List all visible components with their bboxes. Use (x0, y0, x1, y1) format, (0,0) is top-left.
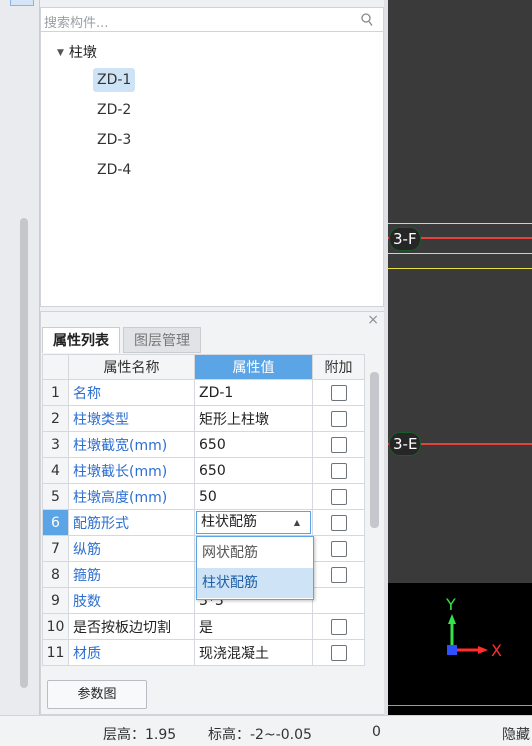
header-index (42, 354, 69, 380)
table-row[interactable]: 10 是否按板边切割 是 (42, 613, 365, 640)
tree-root[interactable]: ▼ 柱墩 (57, 42, 97, 62)
dropdown-option-mesh[interactable]: 网状配筋 (197, 538, 313, 568)
status-floor-height: 层高：1.95 (103, 727, 177, 743)
extra-checkbox[interactable] (330, 462, 347, 479)
property-name: 材质 (68, 639, 195, 666)
status-bar: 层高：1.95 标高：-2~-0.05 0 隐藏 (0, 715, 532, 746)
row-number: 3 (42, 431, 69, 458)
table-header-row: 属性名称 属性值 附加 (42, 354, 365, 380)
extra-checkbox[interactable] (330, 384, 347, 401)
tree-item-zd4[interactable]: ZD-4 (93, 158, 135, 182)
extra-checkbox[interactable] (330, 488, 347, 505)
expand-triangle-icon[interactable]: ▼ (57, 48, 64, 58)
table-row[interactable]: 3 柱墩截宽(mm) 650 (42, 431, 365, 458)
table-row[interactable]: 4 柱墩截长(mm) 650 (42, 457, 365, 484)
property-name: 柱墩高度(mm) (68, 483, 195, 510)
status-elevation: 标高：-2~-0.05 (208, 727, 312, 743)
row-number: 2 (42, 405, 69, 432)
search-input[interactable]: 搜索构件... (44, 12, 108, 31)
extra-checkbox[interactable] (330, 540, 347, 557)
rebar-form-dropdown-list: 网状配筋 柱状配筋 (196, 536, 314, 600)
property-value[interactable]: 50 (194, 483, 313, 510)
property-value[interactable]: 是 (194, 613, 313, 640)
property-name: 纵筋 (68, 535, 195, 562)
extra-checkbox[interactable] (330, 410, 347, 427)
property-value[interactable]: 矩形上柱墩 (194, 405, 313, 432)
extra-checkbox[interactable] (330, 644, 347, 661)
property-value[interactable]: ZD-1 (194, 379, 313, 406)
header-extra: 附加 (312, 354, 365, 380)
properties-scrollbar[interactable] (370, 372, 379, 528)
ucs-axis-icon: Y X (445, 596, 502, 660)
left-scrollbar[interactable] (20, 218, 28, 688)
property-value[interactable]: 现浇混凝土 (194, 639, 313, 666)
row-number: 5 (42, 483, 69, 510)
ucs-x-label: X (491, 641, 502, 660)
property-name: 配筋形式 (68, 509, 195, 536)
row-number: 8 (42, 561, 69, 588)
tree-item-zd3[interactable]: ZD-3 (93, 128, 135, 152)
component-tree: ▼ 柱墩 ZD-1 ZD-2 ZD-3 ZD-4 (40, 32, 384, 307)
extra-checkbox[interactable] (330, 514, 347, 531)
property-name: 柱墩截长(mm) (68, 457, 195, 484)
row-number: 6 (42, 509, 69, 536)
axis-line-yellow (388, 253, 532, 254)
row-number: 7 (42, 535, 69, 562)
tree-item-zd2[interactable]: ZD-2 (93, 98, 135, 122)
property-table: 属性名称 属性值 附加 1 名称 ZD-1 2 柱墩类型 矩形上柱墩 3 柱墩截… (42, 354, 365, 666)
dropdown-option-column[interactable]: 柱状配筋 (197, 568, 313, 598)
dropdown-arrow-icon[interactable]: ▲ (294, 512, 300, 533)
tree-root-label: 柱墩 (68, 45, 97, 61)
viewport-bottom-line (388, 705, 532, 706)
row-number: 11 (42, 639, 69, 666)
table-row[interactable]: 11 材质 现浇混凝土 (42, 639, 365, 666)
property-name: 柱墩类型 (68, 405, 195, 432)
extra-checkbox[interactable] (330, 436, 347, 453)
status-count: 0 (372, 724, 381, 740)
header-property-name: 属性名称 (68, 354, 195, 380)
axis-label-3f[interactable]: 3-F (389, 227, 421, 251)
parameter-diagram-button[interactable]: 参数图 (47, 680, 147, 709)
tab-property-list[interactable]: 属性列表 (42, 327, 120, 353)
table-row-selected[interactable]: 6 配筋形式 柱状配筋 ▲ (42, 509, 365, 536)
extra-checkbox[interactable] (330, 618, 347, 635)
axis-line-yellow (388, 268, 532, 269)
property-name: 名称 (68, 379, 195, 406)
select-value: 柱状配筋 (201, 514, 257, 530)
property-name: 是否按板边切割 (68, 613, 195, 640)
properties-panel: × 属性列表 图层管理 属性名称 属性值 附加 1 名称 ZD-1 2 柱墩类型… (40, 311, 386, 715)
property-name: 箍筋 (68, 561, 195, 588)
search-icon[interactable] (361, 13, 373, 27)
property-name: 柱墩截宽(mm) (68, 431, 195, 458)
tab-layer-management[interactable]: 图层管理 (123, 327, 201, 353)
table-row[interactable]: 1 名称 ZD-1 (42, 379, 365, 406)
row-number: 10 (42, 613, 69, 640)
extra-checkbox[interactable] (330, 566, 347, 583)
property-value[interactable]: 650 (194, 431, 313, 458)
left-toolbar-strip (0, 0, 40, 715)
rebar-form-select[interactable]: 柱状配筋 ▲ (196, 511, 311, 534)
header-property-value: 属性值 (194, 354, 313, 380)
toolbar-button[interactable] (10, 0, 34, 6)
axis-line-yellow (388, 223, 532, 224)
property-name: 肢数 (68, 587, 195, 614)
status-hide[interactable]: 隐藏 (502, 724, 530, 744)
property-value[interactable]: 650 (194, 457, 313, 484)
table-row[interactable]: 5 柱墩高度(mm) 50 (42, 483, 365, 510)
row-number: 1 (42, 379, 69, 406)
ucs-y-label: Y (445, 596, 456, 614)
search-box[interactable]: 搜索构件... (40, 7, 384, 32)
tree-item-zd1[interactable]: ZD-1 (93, 68, 136, 92)
row-number: 4 (42, 457, 69, 484)
close-icon[interactable]: × (367, 312, 379, 328)
axis-label-3e[interactable]: 3-E (389, 432, 422, 456)
table-row[interactable]: 2 柱墩类型 矩形上柱墩 (42, 405, 365, 432)
row-number: 9 (42, 587, 69, 614)
